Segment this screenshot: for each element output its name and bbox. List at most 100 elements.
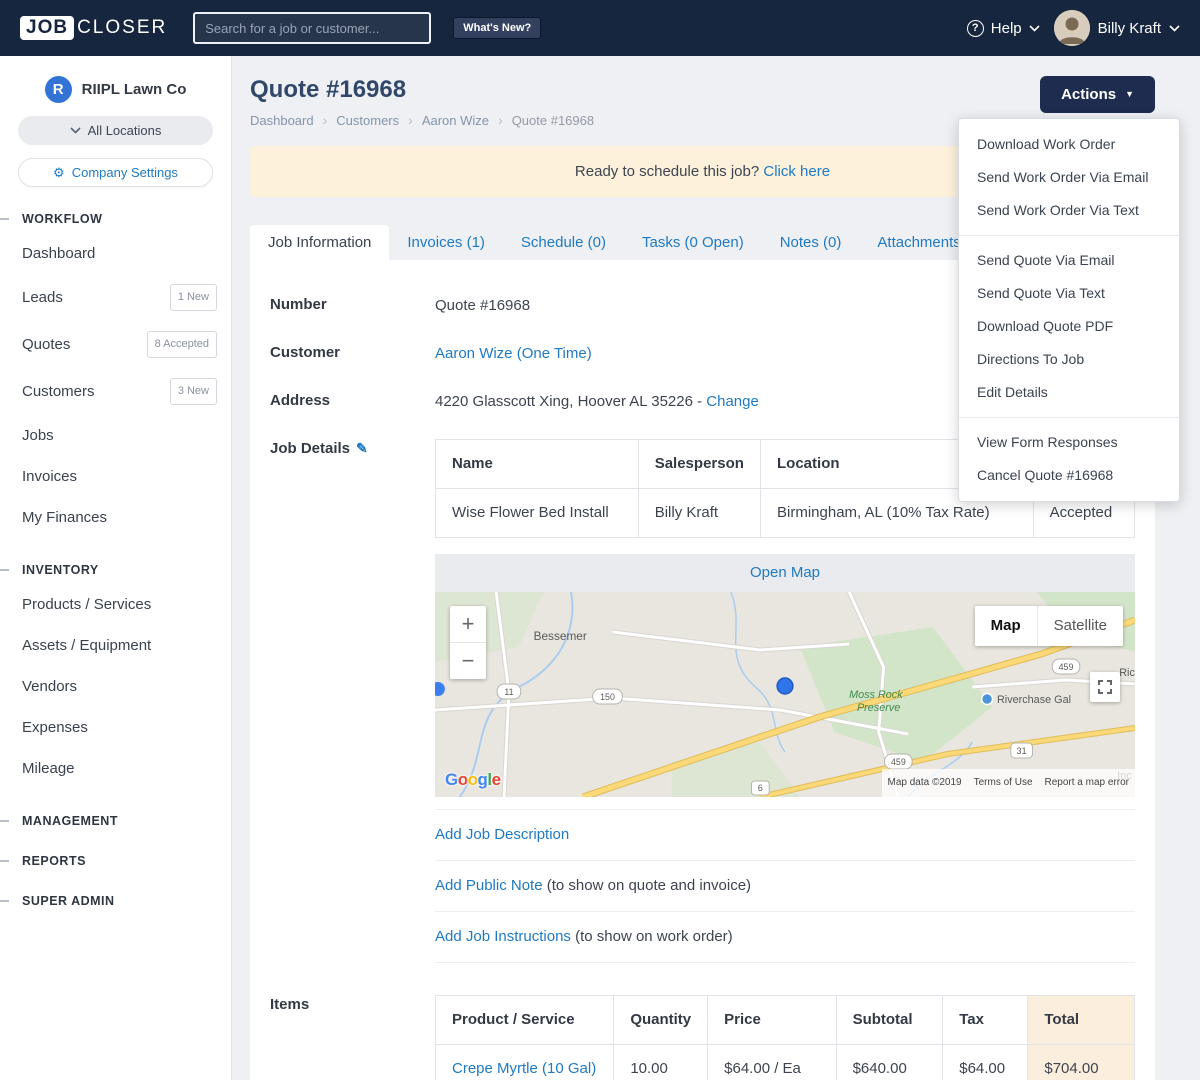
- sidebar-item-customers[interactable]: Customers 3 New: [0, 368, 231, 415]
- add-link-suffix: (to show on quote and invoice): [546, 877, 752, 894]
- add-job-instructions-link[interactable]: Add Job Instructions: [435, 928, 571, 945]
- whats-new-button[interactable]: What's New?: [453, 17, 542, 39]
- schedule-click-here-link[interactable]: Click here: [763, 163, 830, 180]
- zoom-in-button[interactable]: +: [450, 606, 486, 642]
- all-locations-label: All Locations: [87, 123, 162, 138]
- tab-job-information[interactable]: Job Information: [250, 225, 390, 260]
- sidebar: R RIIPL Lawn Co All Locations ⚙ Company …: [0, 56, 232, 1080]
- company-name: RIIPL Lawn Co: [81, 81, 187, 98]
- menu-item-directions-to-job[interactable]: Directions To Job: [959, 343, 1179, 376]
- sidebar-item-vendors[interactable]: Vendors: [0, 666, 231, 707]
- menu-item-send-quote-text[interactable]: Send Quote Via Text: [959, 277, 1179, 310]
- map-view-button[interactable]: Map: [974, 606, 1037, 646]
- breadcrumb-dashboard[interactable]: Dashboard: [250, 113, 314, 128]
- job-col-name: Name: [435, 439, 639, 489]
- edit-pencil-icon[interactable]: ✎: [356, 440, 368, 456]
- top-navbar: JOB CLOSER What's New? ? Help Billy Kraf…: [0, 0, 1200, 56]
- menu-item-download-quote-pdf[interactable]: Download Quote PDF: [959, 310, 1179, 343]
- schedule-banner-text: Ready to schedule this job?: [574, 163, 760, 180]
- help-menu[interactable]: ? Help: [966, 19, 1040, 37]
- tab-notes[interactable]: Notes (0): [762, 225, 860, 260]
- job-location-marker: [776, 677, 794, 695]
- menu-item-send-work-order-email[interactable]: Send Work Order Via Email: [959, 161, 1179, 194]
- tab-invoices[interactable]: Invoices (1): [389, 225, 503, 260]
- company-settings-button[interactable]: ⚙ Company Settings: [18, 158, 213, 187]
- breadcrumb-customers[interactable]: Customers: [336, 113, 399, 128]
- menu-item-cancel-quote[interactable]: Cancel Quote #16968: [959, 459, 1179, 492]
- zoom-out-button[interactable]: −: [450, 643, 486, 679]
- menu-item-send-work-order-text[interactable]: Send Work Order Via Text: [959, 194, 1179, 227]
- items-col-quantity: Quantity: [613, 995, 709, 1045]
- open-map-link[interactable]: Open Map: [750, 564, 820, 581]
- breadcrumb-separator-icon: ›: [498, 112, 503, 128]
- items-col-product: Product / Service: [434, 995, 615, 1045]
- tab-tasks[interactable]: Tasks (0 Open): [624, 225, 762, 260]
- sidebar-item-label: Customers: [22, 383, 95, 400]
- map-label-mall: Riverchase Gal: [997, 694, 1071, 706]
- customer-name-link[interactable]: Aaron Wize: [435, 345, 513, 362]
- breadcrumb: Dashboard › Customers › Aaron Wize › Quo…: [250, 112, 594, 128]
- company-logo[interactable]: R: [44, 76, 72, 103]
- report-map-error-link[interactable]: Report a map error: [1045, 772, 1129, 794]
- satellite-view-button[interactable]: Satellite: [1036, 606, 1123, 646]
- sidebar-section-workflow[interactable]: WORKFLOW: [0, 211, 231, 227]
- menu-divider: [959, 235, 1179, 236]
- menu-item-view-form-responses[interactable]: View Form Responses: [959, 426, 1179, 459]
- sidebar-item-products-services[interactable]: Products / Services: [0, 584, 231, 625]
- sidebar-item-expenses[interactable]: Expenses: [0, 707, 231, 748]
- item-price: $64.00 / Ea: [707, 1044, 837, 1080]
- sidebar-item-mileage[interactable]: Mileage: [0, 748, 231, 789]
- sidebar-section-reports[interactable]: REPORTS: [0, 853, 231, 869]
- menu-item-send-quote-email[interactable]: Send Quote Via Email: [959, 244, 1179, 277]
- app-logo[interactable]: JOB CLOSER: [20, 16, 167, 40]
- add-job-description-link[interactable]: Add Job Description: [435, 826, 569, 843]
- map-type-control: Map Satellite: [974, 606, 1123, 646]
- terms-of-use-link[interactable]: Terms of Use: [974, 772, 1033, 794]
- tab-schedule[interactable]: Schedule (0): [503, 225, 624, 260]
- sidebar-item-label: My Finances: [22, 509, 108, 526]
- chevron-down-icon: [1169, 24, 1180, 32]
- item-subtotal: $640.00: [835, 1044, 944, 1080]
- sidebar-item-leads[interactable]: Leads 1 New: [0, 274, 231, 321]
- job-details-label: Job Details: [270, 440, 351, 457]
- items-table: Product / Service Quantity Price Subtota…: [434, 995, 1135, 1080]
- items-label: Items: [270, 996, 310, 1013]
- sidebar-section-management[interactable]: MANAGEMENT: [0, 813, 231, 829]
- map-label-preserve-1: Moss Rock: [849, 689, 903, 701]
- sidebar-item-dashboard[interactable]: Dashboard: [0, 233, 231, 274]
- items-col-subtotal: Subtotal: [835, 995, 944, 1045]
- address-change-link[interactable]: Change: [706, 393, 759, 410]
- menu-item-download-work-order[interactable]: Download Work Order: [959, 128, 1179, 161]
- user-menu[interactable]: Billy Kraft: [1053, 10, 1180, 46]
- customer-type-link[interactable]: (One Time): [517, 345, 592, 362]
- search-input[interactable]: [193, 12, 432, 44]
- help-icon: ?: [966, 19, 984, 37]
- highway-shield: 459: [891, 757, 906, 767]
- sidebar-item-quotes[interactable]: Quotes 8 Accepted: [0, 321, 231, 368]
- sidebar-section-inventory[interactable]: INVENTORY: [0, 562, 231, 578]
- all-locations-dropdown[interactable]: All Locations: [18, 116, 213, 145]
- item-total: $704.00: [1027, 1044, 1135, 1080]
- sidebar-section-super-admin[interactable]: SUPER ADMIN: [0, 893, 231, 909]
- google-logo[interactable]: Google: [445, 769, 501, 791]
- breadcrumb-customer-name[interactable]: Aaron Wize: [422, 113, 489, 128]
- fullscreen-button[interactable]: [1090, 672, 1120, 702]
- map-canvas[interactable]: Bessemer Moss Rock Preserve Riverchase G…: [435, 592, 1135, 797]
- highway-shield: 459: [1059, 662, 1074, 672]
- item-product-link[interactable]: Crepe Myrtle (10 Gal): [452, 1060, 596, 1077]
- actions-button-label: Actions: [1061, 86, 1117, 103]
- sidebar-item-invoices[interactable]: Invoices: [0, 456, 231, 497]
- add-public-note-link[interactable]: Add Public Note: [435, 877, 543, 894]
- sidebar-item-my-finances[interactable]: My Finances: [0, 497, 231, 538]
- add-public-note-row: Add Public Note (to show on quote and in…: [435, 860, 1135, 911]
- sidebar-item-jobs[interactable]: Jobs: [0, 415, 231, 456]
- menu-item-edit-details[interactable]: Edit Details: [959, 376, 1179, 409]
- items-col-total: Total: [1027, 995, 1135, 1045]
- job-col-salesperson: Salesperson: [637, 439, 762, 489]
- actions-button[interactable]: Actions ▼: [1040, 76, 1155, 113]
- sidebar-item-assets-equipment[interactable]: Assets / Equipment: [0, 625, 231, 666]
- sidebar-item-label: Quotes: [22, 336, 71, 353]
- sidebar-item-label: Assets / Equipment: [22, 637, 152, 654]
- menu-divider: [959, 417, 1179, 418]
- open-map-bar: Open Map: [435, 554, 1135, 592]
